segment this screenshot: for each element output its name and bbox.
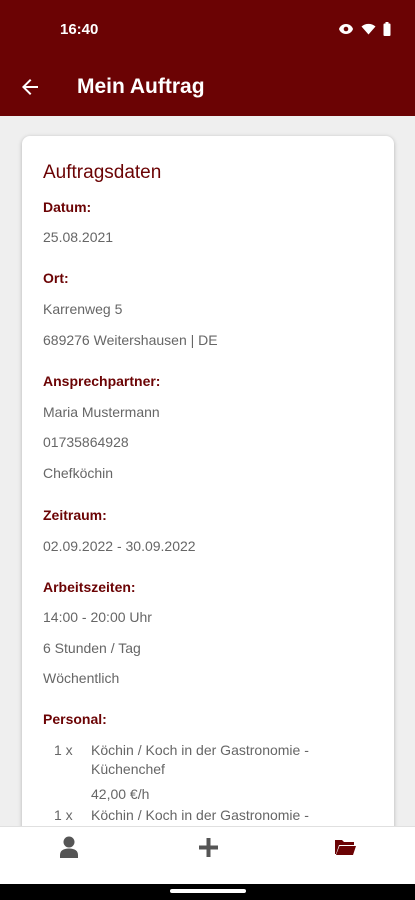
- page-title: Mein Auftrag: [77, 75, 205, 98]
- datum-value: 25.08.2021: [43, 229, 114, 245]
- status-bar: 16:40: [0, 0, 415, 58]
- plus-icon: [198, 837, 218, 857]
- zeitraum-label: Zeitraum:: [43, 507, 107, 523]
- ort-street: Karrenweg 5: [43, 301, 123, 317]
- status-icons: [338, 22, 391, 36]
- person-icon: [60, 836, 78, 858]
- personal-role: Köchin / Koch in der Gastronomie -: [91, 807, 309, 823]
- personal-label: Personal:: [43, 711, 107, 727]
- order-details-card: Auftragsdaten Datum: 25.08.2021 Ort: Kar…: [22, 136, 394, 826]
- eye-icon: [339, 24, 353, 34]
- folder-icon: [335, 840, 356, 855]
- personal-qty: 1 x: [54, 807, 73, 823]
- nav-orders[interactable]: [315, 827, 375, 867]
- arbeitszeiten-frequency: Wöchentlich: [43, 670, 120, 686]
- system-navigation-bar: [0, 884, 415, 900]
- arbeitszeiten-time: 14:00 - 20:00 Uhr: [43, 609, 152, 625]
- ort-city: 689276 Weitershausen | DE: [43, 332, 218, 348]
- personal-qty: 1 x: [54, 742, 73, 758]
- arrow-back-icon: [22, 79, 38, 95]
- battery-icon: [383, 22, 391, 36]
- card-title: Auftragsdaten: [43, 162, 162, 183]
- wifi-icon: [361, 23, 376, 35]
- zeitraum-value: 02.09.2022 - 30.09.2022: [43, 538, 196, 554]
- arbeitszeiten-label: Arbeitszeiten:: [43, 579, 136, 595]
- contact-name: Maria Mustermann: [43, 404, 160, 420]
- nav-add[interactable]: [178, 827, 238, 867]
- contact-role: Chefköchin: [43, 465, 114, 481]
- contact-phone[interactable]: 01735864928: [43, 434, 129, 450]
- back-button[interactable]: [14, 71, 46, 103]
- personal-rate: 42,00 €/h: [91, 786, 150, 802]
- home-gesture-handle[interactable]: [170, 889, 246, 893]
- contact-label: Ansprechpartner:: [43, 373, 161, 389]
- datum-label: Datum:: [43, 199, 92, 215]
- ort-label: Ort:: [43, 270, 69, 286]
- status-time: 16:40: [60, 21, 99, 38]
- app-bar: Mein Auftrag: [0, 58, 415, 116]
- personal-role: Köchin / Koch in der Gastronomie - Küche…: [91, 742, 309, 777]
- arbeitszeiten-hours: 6 Stunden / Tag: [43, 640, 141, 656]
- nav-profile[interactable]: [39, 827, 99, 867]
- main-content[interactable]: Auftragsdaten Datum: 25.08.2021 Ort: Kar…: [0, 116, 415, 826]
- bottom-navigation: [0, 826, 415, 884]
